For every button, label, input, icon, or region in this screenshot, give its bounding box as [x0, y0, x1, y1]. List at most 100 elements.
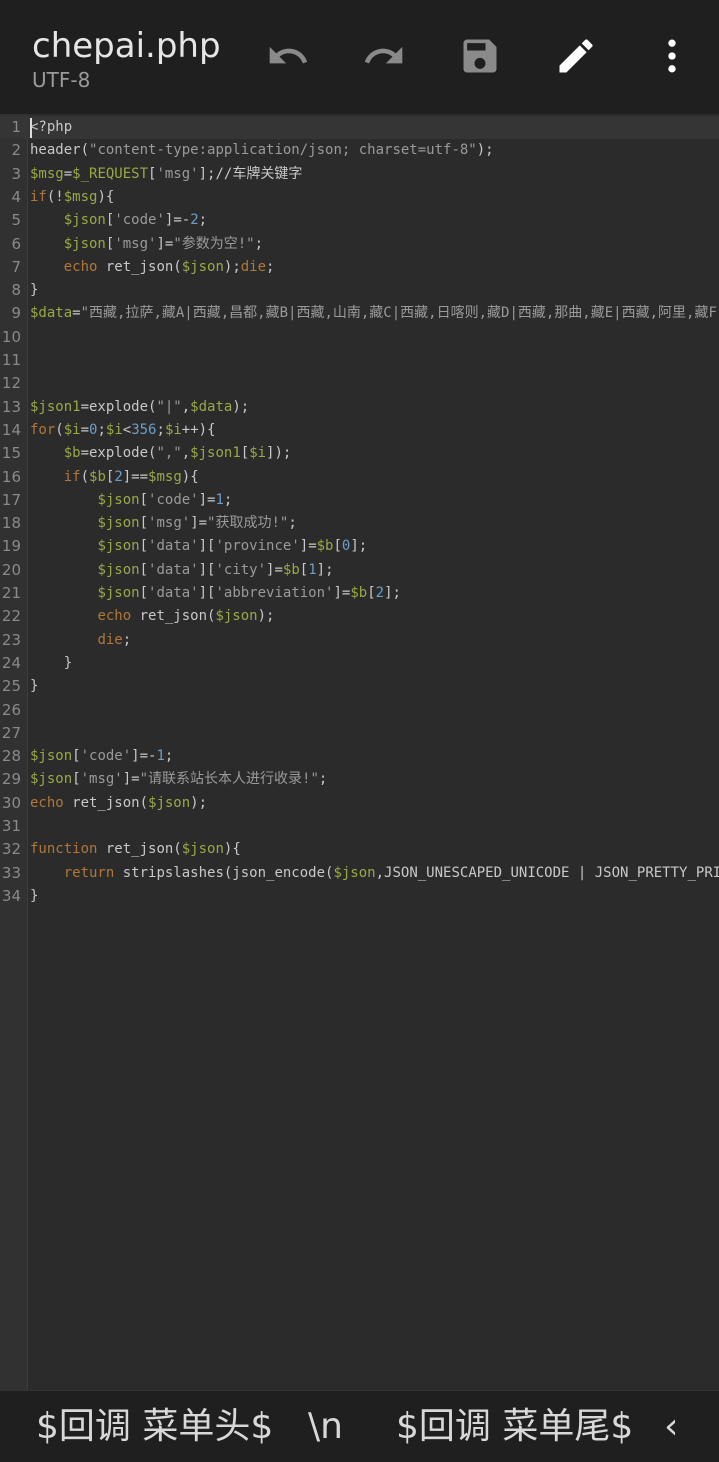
line-code: $json['msg']="请联系站长本人进行收录!";	[30, 771, 328, 788]
symbol-callback-menu-tail[interactable]: $回调 菜单尾$	[396, 1391, 633, 1462]
code-line[interactable]: 2 header("content-type:application/json; …	[0, 139, 719, 162]
line-code: $json1=explode("|",$data);	[30, 398, 250, 415]
symbol-callback-menu-head[interactable]: $回调 菜单头$	[36, 1391, 273, 1462]
line-code: $json['msg']="获取成功!";	[97, 515, 297, 532]
code-line[interactable]: 17 $json['code']=1;	[0, 489, 719, 512]
line-code: function ret_json($json){	[30, 841, 241, 858]
line-number: 12	[1, 374, 21, 393]
code-line[interactable]: 3 $msg=$_REQUEST['msg'];//车牌关键字	[0, 163, 719, 186]
toolbar: chepai.php UTF-8	[0, 0, 719, 114]
line-code: if(!$msg){	[30, 188, 115, 205]
line-code: $msg=$_REQUEST['msg'];//车牌关键字	[30, 165, 303, 182]
line-code: }	[30, 654, 73, 671]
save-icon	[463, 39, 497, 73]
line-code: for($i=0;$i<356;$i++){	[30, 421, 216, 438]
code-line[interactable]: 19 $json['data']['province']=$b[0];	[0, 535, 719, 558]
line-code: $json['code']=-2;	[63, 212, 208, 229]
more-options-button[interactable]	[648, 32, 696, 80]
more-vert-icon	[668, 39, 676, 73]
code-line[interactable]: 20 $json['data']['city']=$b[1];	[0, 559, 719, 582]
code-line[interactable]: 22 echo ret_json($json);	[0, 605, 719, 628]
code-line[interactable]: 25}	[0, 675, 719, 698]
line-code: }	[30, 282, 39, 299]
code-line[interactable]: 1 <?php	[0, 116, 719, 139]
line-number: 34	[1, 886, 21, 905]
undo-button[interactable]	[264, 32, 312, 80]
code-line[interactable]: 11	[0, 349, 719, 372]
code-line[interactable]: 24 }	[0, 652, 719, 675]
file-encoding: UTF-8	[32, 68, 91, 92]
code-line[interactable]: 16 if($b[2]==$msg){	[0, 466, 719, 489]
line-code: $json['msg']="参数为空!";	[63, 235, 264, 252]
code-line[interactable]: 30 echo ret_json($json);	[0, 792, 719, 815]
undo-icon	[269, 46, 308, 64]
symbol-newline[interactable]: \n	[308, 1391, 343, 1462]
line-number: 8	[11, 281, 21, 300]
line-number: 7	[11, 257, 21, 276]
line-number: 33	[1, 863, 21, 882]
line-code: }	[30, 887, 39, 904]
file-title: chepai.php	[32, 26, 221, 66]
code-line[interactable]: 23 die;	[0, 629, 719, 652]
code-line[interactable]: 32 function ret_json($json){	[0, 838, 719, 861]
line-number: 9	[11, 304, 21, 323]
line-number: 30	[1, 793, 21, 812]
code-line[interactable]: 18 $json['msg']="获取成功!";	[0, 512, 719, 535]
code-line[interactable]: 26	[0, 699, 719, 722]
code-line[interactable]: 31	[0, 815, 719, 838]
code-line[interactable]: 34}	[0, 885, 719, 908]
line-number: 13	[1, 397, 21, 416]
code-line[interactable]: 4 if(!$msg){	[0, 186, 719, 209]
line-code: $json['code']=1;	[97, 491, 233, 508]
line-code: echo ret_json($json);die;	[63, 258, 275, 275]
line-number: 25	[1, 677, 21, 696]
line-code: $json['code']=-1;	[30, 748, 174, 765]
code-line[interactable]: 33 return stripslashes(json_encode($json…	[0, 862, 719, 885]
line-code: $data="西藏,拉萨,藏A|西藏,昌都,藏B|西藏,山南,藏C|西藏,日喀则…	[30, 305, 719, 322]
line-number: 26	[1, 700, 21, 719]
line-number: 3	[11, 164, 21, 183]
code-line[interactable]: 6 $json['msg']="参数为空!";	[0, 233, 719, 256]
line-number: 6	[11, 234, 21, 253]
line-number: 18	[1, 514, 21, 533]
line-number: 28	[1, 747, 21, 766]
line-number: 27	[1, 723, 21, 742]
code-line[interactable]: 13 $json1=explode("|",$data);	[0, 396, 719, 419]
line-code: echo ret_json($json);	[97, 608, 275, 625]
line-code: if($b[2]==$msg){	[63, 468, 199, 485]
code-line[interactable]: 14 for($i=0;$i<356;$i++){	[0, 419, 719, 442]
redo-button[interactable]	[360, 32, 408, 80]
code-line[interactable]: 8}	[0, 279, 719, 302]
line-number: 24	[1, 653, 21, 672]
code-line[interactable]: 9 $data="西藏,拉萨,藏A|西藏,昌都,藏B|西藏,山南,藏C|西藏,日喀…	[0, 302, 719, 325]
save-button[interactable]	[456, 32, 504, 80]
collapse-button[interactable]: ‹	[664, 1391, 678, 1462]
symbol-bar: $回调 菜单头$ \n $回调 菜单尾$ ‹	[0, 1390, 719, 1462]
code-line[interactable]: 5 $json['code']=-2;	[0, 209, 719, 232]
line-number: 21	[1, 584, 21, 602]
redo-icon	[364, 46, 403, 64]
line-number: 14	[1, 420, 21, 439]
line-number: 23	[1, 630, 21, 649]
edit-button[interactable]	[552, 32, 600, 80]
code-line[interactable]: 28 $json['code']=-1;	[0, 745, 719, 768]
line-number: 10	[1, 327, 21, 346]
code-line[interactable]: 12	[0, 372, 719, 395]
text-cursor	[30, 118, 32, 138]
line-number: 2	[11, 141, 21, 160]
line-code: $b=explode(",",$json1[$i]);	[63, 445, 292, 462]
code-line[interactable]: 10	[0, 326, 719, 349]
line-code: echo ret_json($json);	[30, 794, 208, 811]
line-number: 22	[1, 607, 21, 626]
line-number: 32	[1, 840, 21, 859]
line-number: 11	[1, 351, 21, 369]
code-line[interactable]: 21 $json['data']['abbreviation']=$b[2];	[0, 582, 719, 605]
code-line[interactable]: 29 $json['msg']="请联系站长本人进行收录!";	[0, 768, 719, 791]
line-code: }	[30, 678, 39, 695]
line-code: $json['data']['abbreviation']=$b[2];	[97, 585, 401, 601]
line-code: return stripslashes(json_encode($json,JS…	[63, 864, 719, 881]
code-line[interactable]: 15 $b=explode(",",$json1[$i]);	[0, 442, 719, 465]
code-line[interactable]: 7 echo ret_json($json);die;	[0, 256, 719, 279]
code-line[interactable]: 27	[0, 722, 719, 745]
code-editor[interactable]: 1 <?php 2 header("content-type:application/…	[0, 114, 719, 1390]
